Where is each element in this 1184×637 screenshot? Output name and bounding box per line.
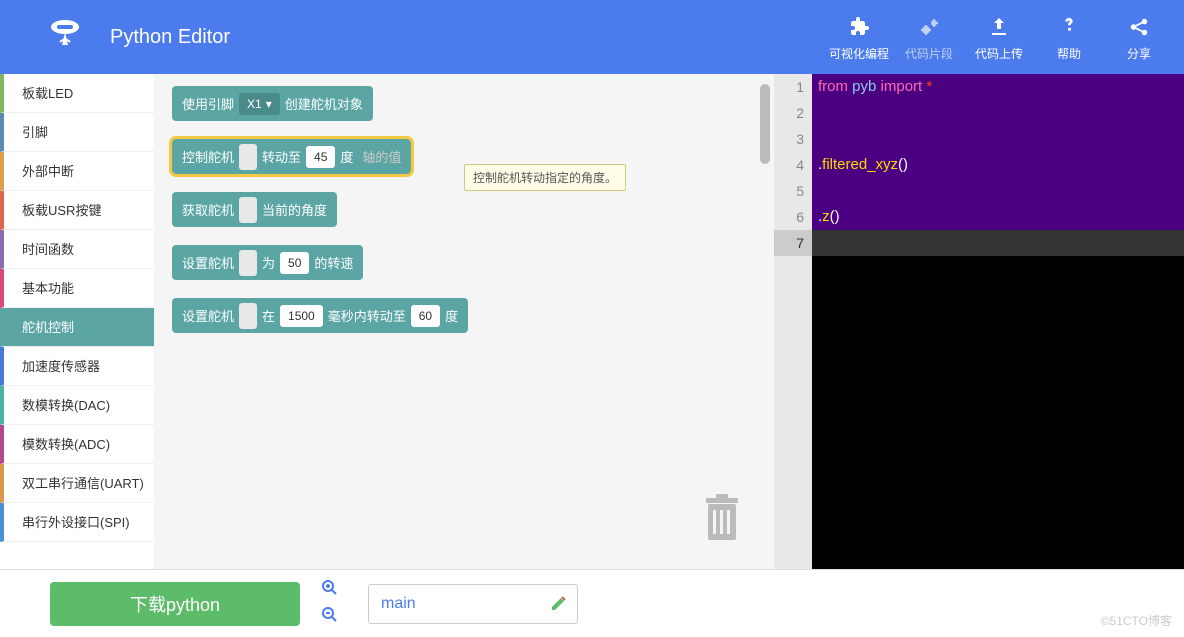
watermark: ©51CTO博客 (1101, 612, 1172, 629)
servo-socket[interactable] (239, 303, 257, 329)
header: Python Editor 可视化编程 代码片段 代码上传 帮助 分享 (0, 0, 1184, 74)
sidebar-item-adc[interactable]: 模数转换(ADC) (0, 425, 154, 464)
puzzle-icon (824, 13, 894, 41)
share-icon (1104, 13, 1174, 41)
filename-wrap (368, 584, 578, 624)
main: 板载LED 引脚 外部中断 板载USR按键 时间函数 基本功能 舵机控制 加速度… (0, 74, 1184, 569)
sidebar-item-servo[interactable]: 舵机控制 (0, 308, 154, 347)
sidebar-item-pin[interactable]: 引脚 (0, 113, 154, 152)
speed-input[interactable]: 50 (280, 252, 309, 274)
menu-visual-programming[interactable]: 可视化编程 (824, 5, 894, 70)
sidebar-item-spi[interactable]: 串行外设接口(SPI) (0, 503, 154, 542)
menu-code-snippet[interactable]: 代码片段 (894, 5, 964, 70)
current-line-highlight (812, 230, 1184, 256)
sidebar: 板载LED 引脚 外部中断 板载USR按键 时间函数 基本功能 舵机控制 加速度… (0, 74, 154, 569)
tooltip: 控制舵机转动指定的角度。 (464, 164, 626, 191)
pin-dropdown[interactable]: X1▾ (239, 93, 280, 115)
block-set-angle-time[interactable]: 设置舵机 在 1500 毫秒内转动至 60 度 (172, 298, 468, 333)
servo-socket[interactable] (239, 250, 257, 276)
upload-icon (964, 13, 1034, 41)
sidebar-item-accelerometer[interactable]: 加速度传感器 (0, 347, 154, 386)
sidebar-item-dac[interactable]: 数模转换(DAC) (0, 386, 154, 425)
header-menu: 可视化编程 代码片段 代码上传 帮助 分享 (824, 5, 1184, 70)
zoom-out-icon[interactable] (322, 607, 338, 628)
logo-icon (40, 17, 90, 57)
servo-socket[interactable] (239, 144, 257, 170)
code-editor[interactable]: 1 2 3 4 5 6 7 from pyb import * .filtere… (774, 74, 1184, 569)
block-get-angle[interactable]: 获取舵机 当前的角度 (172, 192, 337, 227)
question-icon (1034, 13, 1104, 41)
servo-socket[interactable] (239, 197, 257, 223)
gears-icon (894, 13, 964, 41)
trash-icon[interactable] (700, 492, 744, 549)
footer: 下载python ©51CTO博客 (0, 569, 1184, 637)
menu-code-upload[interactable]: 代码上传 (964, 5, 1034, 70)
logo-area: Python Editor (0, 17, 230, 57)
zoom-in-icon[interactable] (322, 580, 338, 601)
workspace-scrollbar[interactable] (760, 74, 770, 569)
sidebar-item-interrupt[interactable]: 外部中断 (0, 152, 154, 191)
line-gutter: 1 2 3 4 5 6 7 (774, 74, 812, 569)
download-button[interactable]: 下载python (50, 582, 300, 626)
sidebar-item-basic[interactable]: 基本功能 (0, 269, 154, 308)
filename-input[interactable] (368, 584, 578, 624)
workspace[interactable]: 使用引脚 X1▾ 创建舵机对象 控制舵机 转动至 45 度 轴的值 获取舵机 当… (154, 74, 774, 569)
block-create-servo[interactable]: 使用引脚 X1▾ 创建舵机对象 (172, 86, 373, 121)
menu-share[interactable]: 分享 (1104, 5, 1174, 70)
sidebar-item-usr-button[interactable]: 板载USR按键 (0, 191, 154, 230)
angle-input[interactable]: 45 (306, 146, 335, 168)
sidebar-item-uart[interactable]: 双工串行通信(UART) (0, 464, 154, 503)
sidebar-item-led[interactable]: 板载LED (0, 74, 154, 113)
block-set-speed[interactable]: 设置舵机 为 50 的转速 (172, 245, 363, 280)
app-title: Python Editor (110, 26, 230, 49)
block-control-servo[interactable]: 控制舵机 转动至 45 度 轴的值 (172, 139, 411, 174)
ms-input[interactable]: 1500 (280, 305, 323, 327)
deg-input[interactable]: 60 (411, 305, 440, 327)
menu-help[interactable]: 帮助 (1034, 5, 1104, 70)
code-body[interactable]: from pyb import * .filtered_xyz() .z() (812, 74, 1184, 256)
sidebar-item-time[interactable]: 时间函数 (0, 230, 154, 269)
